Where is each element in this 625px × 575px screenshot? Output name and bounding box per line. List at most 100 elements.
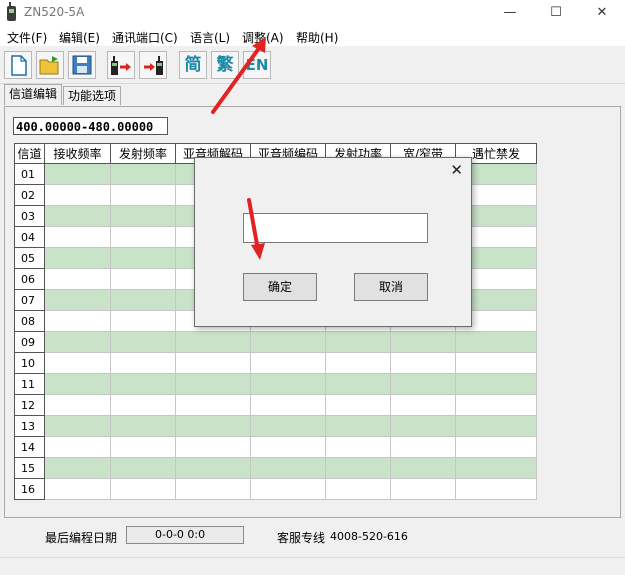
table-cell[interactable] [175,373,251,395]
column-header-channel[interactable]: 信道 [14,143,45,164]
table-cell[interactable] [175,352,251,374]
table-cell[interactable] [390,394,456,416]
table-cell[interactable] [110,394,176,416]
table-cell[interactable] [175,457,251,479]
channel-number-cell[interactable]: 12 [14,394,45,416]
table-cell[interactable] [110,373,176,395]
table-cell[interactable] [325,394,391,416]
table-cell[interactable] [110,331,176,353]
table-cell[interactable] [175,415,251,437]
table-cell[interactable] [325,457,391,479]
table-cell[interactable] [110,310,176,332]
table-cell[interactable] [110,289,176,311]
maximize-button[interactable]: ☐ [533,0,579,26]
table-cell[interactable] [175,436,251,458]
table-cell[interactable] [44,373,111,395]
table-cell[interactable] [175,394,251,416]
column-header-rx-freq[interactable]: 接收频率 [44,143,111,164]
channel-number-cell[interactable]: 05 [14,247,45,269]
table-cell[interactable] [44,184,111,206]
tab-channel-edit[interactable]: 信道编辑 [4,84,63,105]
table-cell[interactable] [390,478,456,500]
channel-number-cell[interactable]: 03 [14,205,45,227]
table-cell[interactable] [44,415,111,437]
table-cell[interactable] [110,478,176,500]
write-radio-button[interactable] [139,51,167,79]
table-cell[interactable] [455,331,537,353]
channel-number-cell[interactable]: 06 [14,268,45,290]
menu-adjust[interactable]: 调整(A) [242,29,284,46]
table-cell[interactable] [110,205,176,227]
new-file-button[interactable] [4,51,32,79]
channel-number-cell[interactable]: 10 [14,352,45,374]
table-cell[interactable] [250,352,326,374]
cancel-button[interactable]: 取消 [354,273,428,301]
table-cell[interactable] [44,436,111,458]
table-cell[interactable] [44,163,111,185]
channel-number-cell[interactable]: 13 [14,415,45,437]
channel-number-cell[interactable]: 04 [14,226,45,248]
table-cell[interactable] [44,394,111,416]
channel-number-cell[interactable]: 09 [14,331,45,353]
column-header-tx-freq[interactable]: 发射频率 [110,143,176,164]
save-button[interactable] [68,51,96,79]
menu-language[interactable]: 语言(L) [190,29,230,46]
menu-comm-port[interactable]: 通讯端口(C) [112,29,178,46]
channel-number-cell[interactable]: 15 [14,457,45,479]
ok-button[interactable]: 确定 [243,273,317,301]
tab-function-options[interactable]: 功能选项 [63,86,122,105]
table-cell[interactable] [390,352,456,374]
menu-help[interactable]: 帮助(H) [296,29,338,46]
table-cell[interactable] [44,205,111,227]
table-cell[interactable] [455,373,537,395]
close-button[interactable]: ✕ [579,0,625,26]
minimize-button[interactable]: — [487,0,533,26]
table-cell[interactable] [110,436,176,458]
table-cell[interactable] [110,268,176,290]
dialog-close-button[interactable]: ✕ [450,161,463,179]
table-cell[interactable] [44,289,111,311]
table-cell[interactable] [175,331,251,353]
dialog-input-field[interactable] [243,213,428,243]
table-cell[interactable] [44,310,111,332]
table-cell[interactable] [44,478,111,500]
table-cell[interactable] [390,436,456,458]
table-cell[interactable] [110,352,176,374]
table-cell[interactable] [110,247,176,269]
channel-number-cell[interactable]: 08 [14,310,45,332]
table-cell[interactable] [44,331,111,353]
table-cell[interactable] [250,394,326,416]
table-cell[interactable] [250,331,326,353]
table-cell[interactable] [390,373,456,395]
table-cell[interactable] [44,226,111,248]
table-cell[interactable] [110,457,176,479]
table-cell[interactable] [325,478,391,500]
channel-number-cell[interactable]: 02 [14,184,45,206]
table-cell[interactable] [110,163,176,185]
channel-number-cell[interactable]: 07 [14,289,45,311]
channel-number-cell[interactable]: 14 [14,436,45,458]
table-cell[interactable] [455,415,537,437]
menu-file[interactable]: 文件(F) [7,29,47,46]
table-cell[interactable] [250,457,326,479]
table-cell[interactable] [250,373,326,395]
table-cell[interactable] [455,394,537,416]
english-button[interactable]: EN [243,51,271,79]
table-cell[interactable] [175,478,251,500]
table-cell[interactable] [325,415,391,437]
channel-number-cell[interactable]: 16 [14,478,45,500]
table-cell[interactable] [44,247,111,269]
channel-number-cell[interactable]: 01 [14,163,45,185]
read-radio-button[interactable] [107,51,135,79]
table-cell[interactable] [110,226,176,248]
table-cell[interactable] [44,457,111,479]
table-cell[interactable] [110,184,176,206]
table-cell[interactable] [390,457,456,479]
traditional-chinese-button[interactable]: 繁 [211,51,239,79]
menu-edit[interactable]: 编辑(E) [59,29,100,46]
table-cell[interactable] [44,268,111,290]
table-cell[interactable] [250,436,326,458]
open-file-button[interactable] [36,51,64,79]
table-cell[interactable] [390,415,456,437]
table-cell[interactable] [44,352,111,374]
